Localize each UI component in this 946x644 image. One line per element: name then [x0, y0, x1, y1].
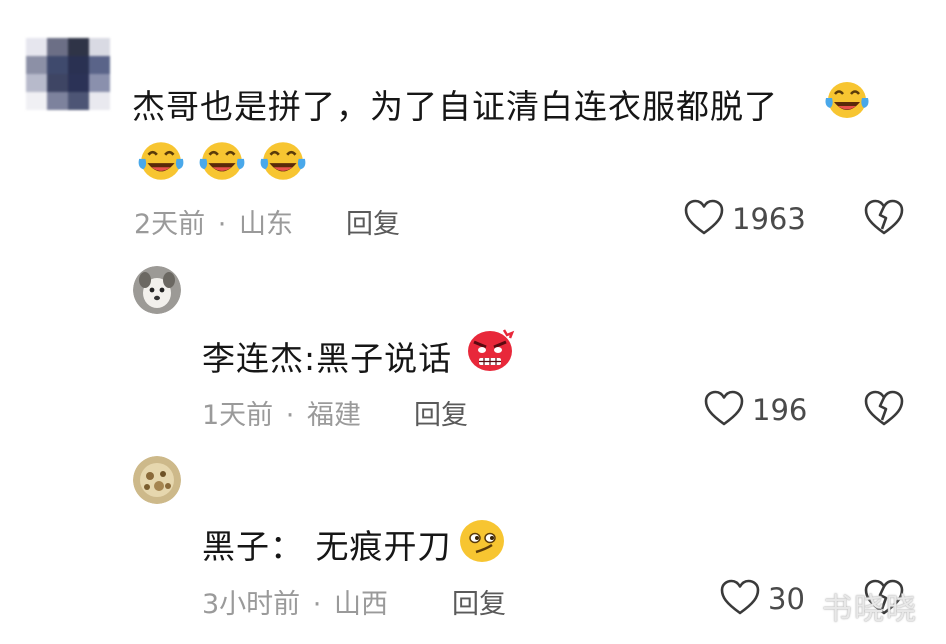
reply-button[interactable]: 回复	[414, 393, 468, 432]
comment-location: 山东	[238, 209, 293, 240]
heart-icon[interactable]	[684, 199, 724, 237]
avatar[interactable]	[133, 456, 181, 504]
reply-button[interactable]: 回复	[346, 202, 400, 241]
separator-dot: ·	[312, 589, 322, 620]
like-count: 196	[752, 393, 808, 427]
separator-dot: ·	[285, 400, 295, 431]
smirk-face-emoji	[456, 516, 508, 566]
laughing-tears-emoji	[194, 136, 250, 186]
heart-icon[interactable]	[720, 579, 760, 617]
laughing-tears-emoji	[255, 136, 311, 186]
comment-time: 1天前	[202, 400, 274, 431]
laughing-tears-emoji	[133, 136, 189, 186]
comment-location: 山西	[333, 589, 388, 620]
watermark: 书晓晓	[822, 592, 918, 627]
avatar[interactable]	[26, 38, 110, 110]
comment-text: 李连杰:黑子说话	[202, 339, 453, 378]
comment-time: 3小时前	[202, 589, 301, 620]
comment-text: 杰哥也是拼了，为了自证清白连衣服都脱了	[132, 87, 778, 126]
heart-icon[interactable]	[704, 390, 744, 428]
like-count: 30	[768, 582, 805, 616]
comment-meta: 1天前 · 福建	[202, 393, 361, 432]
comment-meta: 3小时前 · 山西	[202, 582, 388, 621]
separator-dot: ·	[217, 209, 227, 240]
comment-text: 黑子： 无痕开刀	[202, 527, 452, 566]
dislike-heart-icon[interactable]	[864, 390, 904, 428]
angry-face-emoji	[464, 326, 516, 374]
like-count: 1963	[732, 202, 806, 236]
avatar[interactable]	[133, 266, 181, 314]
comment-location: 福建	[306, 400, 361, 431]
laughing-tears-emoji	[822, 76, 872, 124]
comment-time: 2天前	[134, 209, 206, 240]
dislike-heart-icon[interactable]	[864, 199, 904, 237]
comment-meta: 2天前 · 山东	[134, 202, 293, 241]
reply-button[interactable]: 回复	[452, 582, 506, 621]
